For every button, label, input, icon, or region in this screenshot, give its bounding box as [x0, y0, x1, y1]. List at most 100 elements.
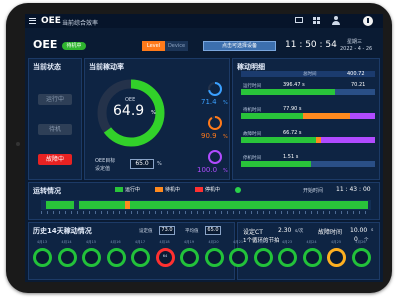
day-ring[interactable]	[302, 248, 322, 267]
timeline-run-segment	[130, 201, 368, 209]
user-icon[interactable]	[332, 16, 340, 25]
day-ring[interactable]	[229, 248, 248, 267]
day-ring[interactable]	[253, 248, 273, 267]
status-fault-button[interactable]: 故障中	[38, 154, 72, 165]
fault-label: 故障时间	[318, 229, 343, 236]
status-running-button[interactable]: 运行中	[38, 94, 72, 105]
detail-panel: 稼动明细 总时间 400.72 运行时间 396.47 s 70.21 待机时间 77.…	[232, 58, 380, 180]
status-panel: 当前状态 运行中 待机 故障中	[28, 58, 82, 180]
detail-row-bar	[241, 137, 375, 143]
day-ring[interactable]	[33, 248, 52, 267]
date: 2022 - 4 - 26	[340, 46, 373, 52]
detail-bar-segment	[349, 113, 375, 119]
timeline-title: 运转情况	[33, 187, 61, 195]
performance-ring	[208, 116, 222, 130]
metric-quality: 100.0 %	[197, 149, 229, 177]
power-icon[interactable]	[363, 16, 373, 26]
history-average-label: 平均值	[185, 229, 199, 234]
quality-value: 100.0	[197, 166, 218, 174]
fault-unit: s	[371, 228, 374, 233]
start-time-label: 开始时间	[303, 188, 324, 194]
availability-value: 71.4	[201, 98, 217, 106]
detail-bar-segment	[241, 113, 303, 119]
detail-bar-segment	[241, 89, 336, 95]
history-setpoint-value: 73.0	[161, 227, 173, 233]
target-label-2: 设定值	[95, 166, 111, 172]
day-ring[interactable]	[204, 248, 224, 267]
detail-row-value: 396.47 s	[283, 82, 305, 88]
day-ring[interactable]	[180, 248, 199, 267]
status-standby-button[interactable]: 待机	[38, 124, 72, 135]
timeline-track	[41, 200, 371, 210]
metric-performance: 90.9 %	[201, 115, 229, 143]
status-panel-title: 当前状态	[33, 63, 61, 71]
legend-swatch	[115, 187, 123, 192]
timeline-run-segment	[46, 201, 74, 209]
performance-unit: %	[223, 134, 228, 140]
timeline-ticks	[41, 211, 371, 214]
top-bar: OEE 当前综合效率	[25, 14, 383, 28]
day-ring-value: 64	[162, 254, 168, 258]
efficiency-panel-title: 当前稼动率	[89, 63, 124, 71]
detail-row-bar	[241, 89, 375, 95]
quality-unit: %	[223, 168, 228, 174]
metric-availability: 71.4 %	[201, 81, 229, 109]
detail-bar-segment	[302, 113, 350, 119]
target-unit: %	[157, 161, 162, 167]
day-ring-label: 4月26	[355, 240, 366, 244]
ct-unit: s/次	[295, 229, 304, 234]
grid-icon[interactable]	[313, 17, 320, 24]
timeline-panel: 运转情况 运行中 待机中 停机中 开始时间 11 : 43 : 00	[28, 182, 380, 220]
history-setpoint-box[interactable]: 73.0	[159, 226, 175, 235]
day-ring[interactable]	[82, 248, 101, 267]
detail-bar-segment	[241, 137, 317, 143]
history-day-rings: 4月13 4月14 4月15 4月16 4月17 4月18 64 4月19 4月20 4月21 4月…	[25, 240, 383, 280]
dashboard-screen: OEE 当前综合效率 OEE 待机中 Level Device 点击可选择设备 …	[25, 14, 383, 282]
day-ring[interactable]	[131, 248, 150, 267]
legend-swatch	[195, 187, 203, 192]
target-value-box[interactable]: 65.0	[130, 159, 154, 169]
tab-device[interactable]: Device	[165, 41, 188, 51]
status-pill[interactable]: 待机中	[62, 42, 86, 50]
day-ring[interactable]: 64	[155, 248, 175, 267]
desktop-icon[interactable]	[295, 17, 303, 23]
detail-row-bar	[241, 113, 375, 119]
day-ring[interactable]	[278, 248, 297, 267]
availability-ring	[208, 82, 222, 96]
day-ring[interactable]	[57, 248, 77, 267]
history-setpoint-label: 设定值	[139, 229, 153, 234]
start-time-value: 11 : 43 : 00	[336, 186, 371, 193]
availability-unit: %	[223, 100, 228, 106]
tablet-frame: OEE 当前综合效率 OEE 待机中 Level Device 点击可选择设备 …	[6, 3, 392, 293]
quality-ring	[208, 150, 222, 164]
day-ring[interactable]	[351, 248, 371, 267]
day-ring[interactable]	[106, 248, 126, 267]
efficiency-panel: 当前稼动率 OEE 64.9 % OEE目标 设定值 65.0 % 71.4 %	[84, 58, 230, 180]
target-value: 65.0	[135, 160, 149, 167]
donut-value: 64.9	[113, 103, 145, 119]
detail-bar-segment	[241, 161, 311, 167]
ct-value: 2.30	[278, 227, 292, 234]
legend-swatch	[235, 187, 241, 193]
oee-big-label: OEE	[33, 38, 58, 51]
detail-row-percent: 70.21	[351, 82, 366, 88]
camera-dot	[16, 142, 20, 146]
detail-bar-segment	[321, 137, 375, 143]
tab-level[interactable]: Level	[142, 41, 165, 51]
donut-unit: %	[151, 110, 156, 116]
day-ring[interactable]	[327, 248, 346, 267]
fault-value: 10.00	[350, 227, 368, 234]
weekday: 星期三	[347, 39, 363, 45]
legend-label: 运行中	[125, 187, 141, 193]
legend-swatch	[155, 187, 163, 192]
performance-value: 90.9	[201, 132, 217, 140]
history-average-value: 65.0	[207, 227, 219, 233]
history-average-box[interactable]: 65.0	[205, 226, 221, 235]
app-title: OEE	[41, 16, 61, 26]
total-time-label: 总时间	[303, 72, 317, 77]
menu-icon[interactable]	[29, 18, 36, 24]
app-subtitle: 当前综合效率	[62, 20, 99, 27]
timeline-legend: 运行中 待机中 停机中	[115, 186, 275, 194]
device-selector-button[interactable]: 点击可选择设备	[203, 41, 276, 51]
detail-row-value: 77.90 s	[283, 106, 302, 112]
